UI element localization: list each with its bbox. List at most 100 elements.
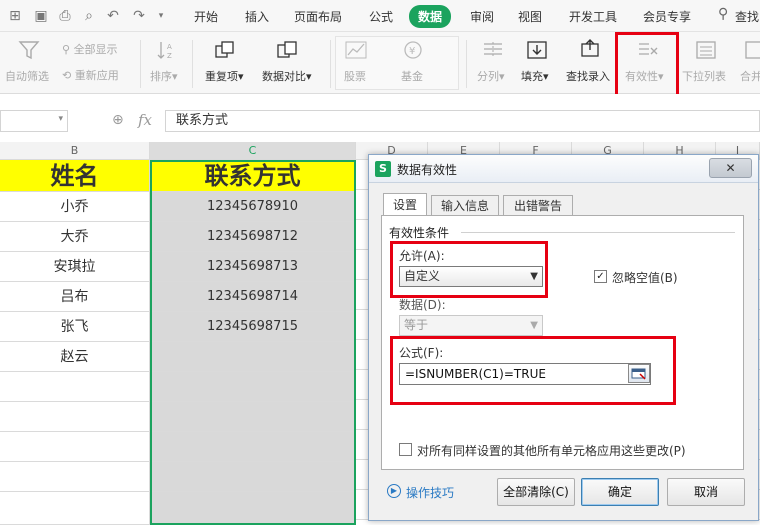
name-cell[interactable]: 吕布 bbox=[0, 282, 150, 312]
svg-text:¥: ¥ bbox=[409, 46, 415, 57]
lookup-entry-icon bbox=[581, 39, 599, 57]
cancel-button[interactable]: 取消 bbox=[667, 478, 745, 506]
dialog-title: 数据有效性 bbox=[397, 163, 458, 177]
ok-button[interactable]: 确定 bbox=[581, 478, 659, 506]
empty-cell[interactable] bbox=[0, 462, 150, 492]
print-icon[interactable]: ⎙ bbox=[56, 7, 74, 25]
yen-icon: ¥ bbox=[404, 41, 422, 59]
auto-filter-button[interactable]: 自动筛选 bbox=[5, 68, 49, 84]
fill-label: 填充 bbox=[521, 70, 543, 83]
duplicates-label: 重复项 bbox=[205, 70, 238, 83]
dropdown-list-button[interactable]: 下拉列表 bbox=[682, 68, 726, 84]
empty-cell[interactable] bbox=[0, 492, 150, 525]
ignore-blank-label: 忽略空值(B) bbox=[612, 271, 678, 285]
show-all-icon: ⚲ bbox=[62, 43, 74, 56]
apply-all-label: 对所有同样设置的其他所有单元格应用这些更改(P) bbox=[417, 444, 686, 458]
chevron-down-icon[interactable]: ▾ bbox=[58, 114, 63, 124]
merge-icon bbox=[745, 41, 760, 59]
name-box[interactable]: ▾ bbox=[0, 110, 68, 132]
merge-button[interactable]: 合并 bbox=[740, 68, 760, 84]
filter-icon bbox=[18, 41, 40, 60]
tab-page-layout[interactable]: 页面布局 bbox=[294, 8, 342, 25]
duplicates-button[interactable]: 重复项▾ bbox=[205, 68, 244, 84]
tab-formulas[interactable]: 公式 bbox=[369, 8, 393, 25]
compare-button[interactable]: 数据对比▾ bbox=[262, 68, 312, 84]
data-validation-dialog: S 数据有效性 ✕ 设置 输入信息 出错警告 有效性条件 允许(A): 自定义 … bbox=[368, 154, 759, 521]
name-cell[interactable]: 小乔 bbox=[0, 192, 150, 222]
sort-icon: AZ bbox=[157, 42, 172, 60]
column-header-c[interactable]: C bbox=[150, 142, 356, 160]
show-all-button[interactable]: ⚲ 全部显示 bbox=[62, 41, 118, 57]
tab-error-alert[interactable]: 出错警告 bbox=[503, 195, 573, 216]
chevron-down-icon[interactable]: ▼ bbox=[530, 316, 538, 335]
stock-chart-icon bbox=[345, 41, 367, 59]
stocks-button[interactable]: 股票 bbox=[344, 68, 366, 84]
selection-border bbox=[150, 160, 356, 525]
divider bbox=[466, 40, 467, 88]
chevron-down-icon[interactable]: ▾ bbox=[152, 7, 170, 25]
split-columns-icon bbox=[484, 42, 502, 58]
ignore-blank-checkbox[interactable]: ✓ bbox=[594, 270, 607, 283]
undo-icon[interactable]: ↶ bbox=[104, 7, 122, 25]
compare-label: 数据对比 bbox=[262, 70, 306, 83]
svg-text:Z: Z bbox=[167, 52, 172, 60]
tips-link[interactable]: 操作技巧 bbox=[406, 484, 454, 501]
data-select[interactable]: 等于 ▼ bbox=[399, 315, 543, 336]
app-logo-icon: S bbox=[375, 161, 391, 177]
fx-icon[interactable]: fx bbox=[138, 111, 152, 129]
redo-icon[interactable]: ↷ bbox=[130, 7, 148, 25]
search-label[interactable]: 查找 bbox=[735, 8, 759, 25]
svg-text:A: A bbox=[167, 43, 172, 51]
tab-data[interactable]: 数据 bbox=[409, 5, 452, 28]
preview-icon[interactable]: ⌕ bbox=[80, 7, 98, 25]
duplicates-icon bbox=[215, 41, 234, 58]
play-icon[interactable]: ▶ bbox=[387, 484, 401, 498]
tab-home[interactable]: 开始 bbox=[194, 8, 218, 25]
menu-bar: ⊞ ▣ ⎙ ⌕ ↶ ↷ ▾ 开始 插入 页面布局 公式 数据 审阅 视图 开发工… bbox=[0, 0, 760, 32]
empty-cell[interactable] bbox=[0, 372, 150, 402]
name-cell[interactable]: 赵云 bbox=[0, 342, 150, 372]
name-cell[interactable]: 张飞 bbox=[0, 312, 150, 342]
reapply-icon: ⟲ bbox=[62, 69, 75, 82]
ribbon: 自动筛选 ⚲ 全部显示 ⟲ 重新应用 AZ 排序▾ 重复项▾ 数据对比▾ 股票 … bbox=[0, 32, 760, 98]
data-select-value: 等于 bbox=[404, 318, 429, 332]
fill-button[interactable]: 填充▾ bbox=[521, 68, 549, 84]
formula-highlight bbox=[390, 336, 676, 405]
show-all-label: 全部显示 bbox=[73, 43, 118, 56]
divider bbox=[192, 40, 193, 88]
tab-settings[interactable]: 设置 bbox=[383, 193, 427, 216]
name-cell[interactable]: 大乔 bbox=[0, 222, 150, 252]
tab-developer[interactable]: 开发工具 bbox=[569, 8, 617, 25]
clear-all-button[interactable]: 全部清除(C) bbox=[497, 478, 575, 506]
tab-member[interactable]: 会员专享 bbox=[643, 8, 691, 25]
divider bbox=[330, 40, 331, 88]
lookup-entry-button[interactable]: 查找录入 bbox=[566, 68, 610, 84]
tab-view[interactable]: 视图 bbox=[518, 8, 542, 25]
empty-cell[interactable] bbox=[0, 432, 150, 462]
name-cell[interactable]: 安琪拉 bbox=[0, 252, 150, 282]
apply-all-checkbox[interactable] bbox=[399, 443, 412, 456]
validity-highlight bbox=[615, 32, 679, 98]
zoom-icon[interactable]: ⊕ bbox=[112, 112, 124, 128]
funds-button[interactable]: 基金 bbox=[401, 68, 423, 84]
compare-icon bbox=[277, 41, 297, 58]
section-title: 有效性条件 bbox=[389, 226, 450, 240]
tab-review[interactable]: 审阅 bbox=[470, 8, 494, 25]
tab-input-message[interactable]: 输入信息 bbox=[431, 195, 499, 216]
formula-bar: ▾ ⊕ fx 联系方式 bbox=[0, 94, 760, 142]
divider bbox=[461, 232, 735, 233]
sort-button[interactable]: 排序▾ bbox=[150, 68, 178, 84]
tab-insert[interactable]: 插入 bbox=[245, 8, 269, 25]
split-button[interactable]: 分列▾ bbox=[477, 68, 505, 84]
search-icon[interactable]: ⚲ bbox=[718, 6, 728, 22]
close-button[interactable]: ✕ bbox=[709, 158, 752, 178]
column-header-b[interactable]: B bbox=[0, 142, 150, 160]
data-label: 数据(D): bbox=[399, 298, 446, 312]
empty-cell[interactable] bbox=[0, 402, 150, 432]
formula-input[interactable]: 联系方式 bbox=[165, 110, 760, 132]
dropdown-list-icon bbox=[696, 41, 716, 59]
header-name-cell[interactable]: 姓名 bbox=[0, 160, 150, 192]
pin-icon[interactable]: ⊞ bbox=[6, 7, 24, 25]
save-icon[interactable]: ▣ bbox=[32, 7, 50, 25]
reapply-button[interactable]: ⟲ 重新应用 bbox=[62, 67, 119, 83]
